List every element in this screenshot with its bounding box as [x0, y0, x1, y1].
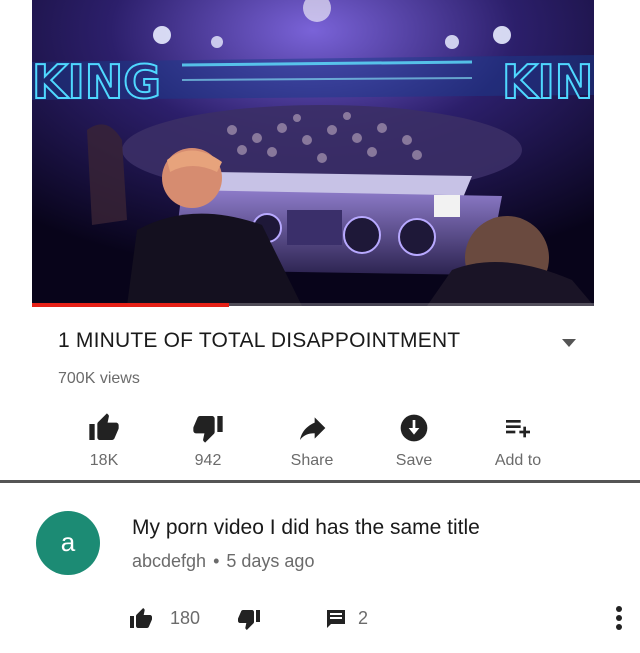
- share-label: Share: [290, 452, 334, 469]
- chevron-down-icon[interactable]: [560, 336, 578, 350]
- view-count: 700K views: [58, 370, 140, 387]
- video-title: 1 MINUTE OF TOTAL DISAPPOINTMENT: [58, 329, 461, 352]
- add-to-button[interactable]: Add to: [468, 406, 568, 476]
- video-actions-row: 18K 942 Share Save Add to: [54, 406, 574, 476]
- neon-sign-right: KING: [502, 55, 594, 109]
- thumbs-down-icon: [238, 610, 260, 630]
- neon-sign-left: KING: [32, 55, 161, 109]
- like-button[interactable]: 18K: [54, 406, 154, 476]
- comment-text: My porn video I did has the same title: [132, 516, 480, 539]
- comment-actions: 180 2: [128, 603, 428, 635]
- comment-like-count: 180: [170, 608, 201, 628]
- save-label: Save: [395, 452, 433, 469]
- avatar[interactable]: a: [36, 511, 100, 575]
- video-card: KING KING: [0, 0, 640, 480]
- comment-meta: abcdefgh • 5 days ago: [132, 551, 314, 572]
- comment-reply-button[interactable]: 2: [324, 603, 384, 635]
- video-progress-fill: [32, 303, 229, 307]
- dislike-button[interactable]: 942: [158, 406, 258, 476]
- thumbs-down-icon: [193, 416, 223, 443]
- more-options-icon[interactable]: [604, 603, 634, 633]
- comment-item: a My porn video I did has the same title…: [0, 483, 640, 653]
- save-icon: [400, 414, 428, 442]
- thumbs-up-icon: [89, 413, 119, 440]
- add-to-playlist-icon: [506, 420, 530, 438]
- club-dj-scene-image: KING KING: [32, 0, 594, 306]
- thumbs-up-icon: [130, 608, 152, 628]
- like-count: 18K: [89, 452, 119, 469]
- video-progress-bar[interactable]: [32, 303, 594, 307]
- comment-like-button[interactable]: 180: [128, 603, 208, 635]
- comment-dislike-button[interactable]: [236, 603, 266, 635]
- save-button[interactable]: Save: [364, 406, 464, 476]
- meta-separator: •: [213, 551, 220, 571]
- comment-reply-count: 2: [358, 608, 369, 628]
- video-thumbnail[interactable]: KING KING: [32, 0, 594, 306]
- share-button[interactable]: Share: [262, 406, 362, 476]
- comment-author[interactable]: abcdefgh: [132, 551, 206, 571]
- add-to-label: Add to: [494, 452, 542, 469]
- share-icon: [300, 417, 326, 440]
- dislike-count: 942: [194, 452, 222, 469]
- reply-comment-icon: [327, 610, 345, 628]
- comment-time: 5 days ago: [226, 551, 315, 571]
